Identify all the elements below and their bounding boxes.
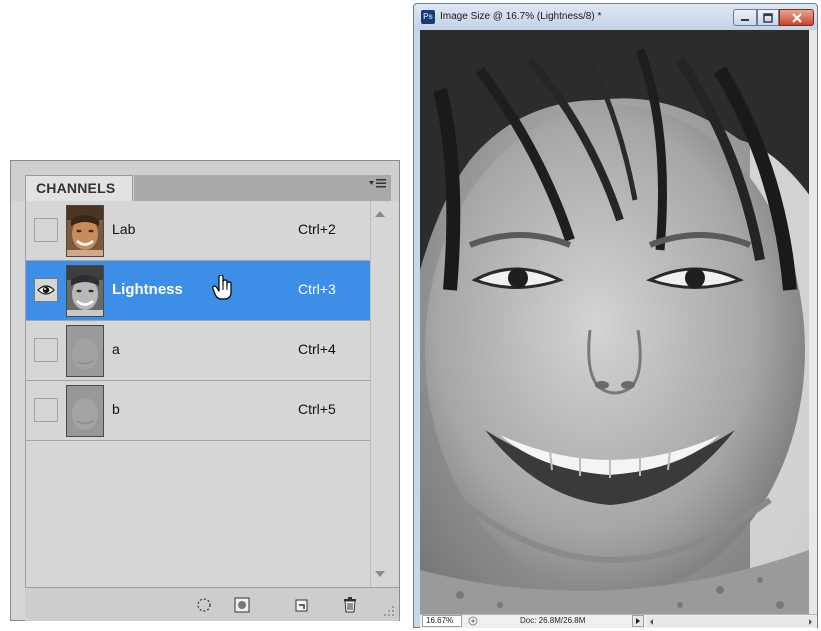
tab-bar-background (134, 175, 391, 201)
status-bar: 16.67% Doc: 26.8M/26.8M (420, 614, 817, 628)
grayscale-portrait-image (420, 30, 809, 614)
document-title: Image Size @ 16.7% (Lightness/8) * (440, 11, 602, 22)
channel-list: Lab Ctrl+2 Lightness Ctrl+3 a Ctrl+4 b C… (25, 201, 371, 587)
channel-thumbnail (66, 205, 104, 257)
scroll-left-arrow-icon[interactable] (650, 619, 653, 625)
channel-shortcut: Ctrl+5 (298, 401, 336, 417)
close-button[interactable] (779, 9, 814, 26)
load-channel-as-selection-icon[interactable] (195, 596, 213, 614)
visibility-toggle[interactable] (34, 338, 58, 362)
close-icon (791, 13, 802, 23)
panel-footer (25, 587, 399, 621)
tab-channels[interactable]: CHANNELS (25, 175, 133, 201)
channel-row-a[interactable]: a Ctrl+4 (26, 321, 371, 381)
channels-panel: CHANNELS Lab Ctrl+2 Lightness Ctrl+3 a C… (10, 160, 400, 621)
resize-grip-icon[interactable] (383, 605, 395, 617)
channel-row-lab[interactable]: Lab Ctrl+2 (26, 201, 371, 261)
document-window: Ps Image Size @ 16.7% (Lightness/8) * 16… (413, 3, 818, 628)
scroll-up-arrow-icon[interactable] (375, 211, 385, 217)
channel-row-lightness[interactable]: Lightness Ctrl+3 (26, 261, 371, 321)
eye-icon (37, 285, 55, 295)
image-canvas[interactable] (420, 30, 809, 614)
scroll-right-arrow-icon[interactable] (809, 619, 812, 625)
zoom-level-field[interactable]: 16.67% (422, 615, 462, 627)
channel-thumbnail (66, 265, 104, 317)
channel-name: Lightness (112, 281, 183, 298)
channel-list-scrollbar[interactable] (370, 201, 389, 587)
channel-thumbnail (66, 385, 104, 437)
vertical-scrollbar[interactable] (809, 30, 817, 614)
visibility-toggle[interactable] (34, 398, 58, 422)
channel-row-b[interactable]: b Ctrl+5 (26, 381, 371, 441)
channel-thumbnail (66, 325, 104, 377)
minimize-icon (741, 19, 749, 21)
minimize-button[interactable] (733, 9, 757, 26)
visibility-toggle[interactable] (34, 218, 58, 242)
channel-name: Lab (112, 221, 136, 237)
panel-menu-icon[interactable] (369, 178, 387, 192)
photoshop-app-icon: Ps (421, 10, 435, 24)
horizontal-scrollbar[interactable] (646, 616, 816, 627)
visibility-toggle[interactable] (34, 278, 58, 302)
channel-name: b (112, 401, 120, 417)
status-menu-arrow-icon[interactable] (632, 615, 644, 627)
channel-shortcut: Ctrl+3 (298, 281, 336, 297)
maximize-icon (763, 13, 773, 23)
new-channel-icon[interactable] (293, 596, 311, 614)
channel-shortcut: Ctrl+4 (298, 341, 336, 357)
save-selection-as-channel-icon[interactable] (233, 596, 251, 614)
delete-channel-icon[interactable] (341, 596, 359, 614)
channel-name: a (112, 341, 120, 357)
status-info-icon (468, 616, 478, 626)
channel-shortcut: Ctrl+2 (298, 221, 336, 237)
document-size-info: Doc: 26.8M/26.8M (520, 616, 586, 625)
panel-tab-bar: CHANNELS (11, 161, 399, 201)
hand-cursor-icon (212, 275, 232, 300)
maximize-button[interactable] (757, 9, 779, 26)
scroll-down-arrow-icon[interactable] (375, 571, 385, 577)
title-bar[interactable]: Ps Image Size @ 16.7% (Lightness/8) * (414, 4, 817, 30)
